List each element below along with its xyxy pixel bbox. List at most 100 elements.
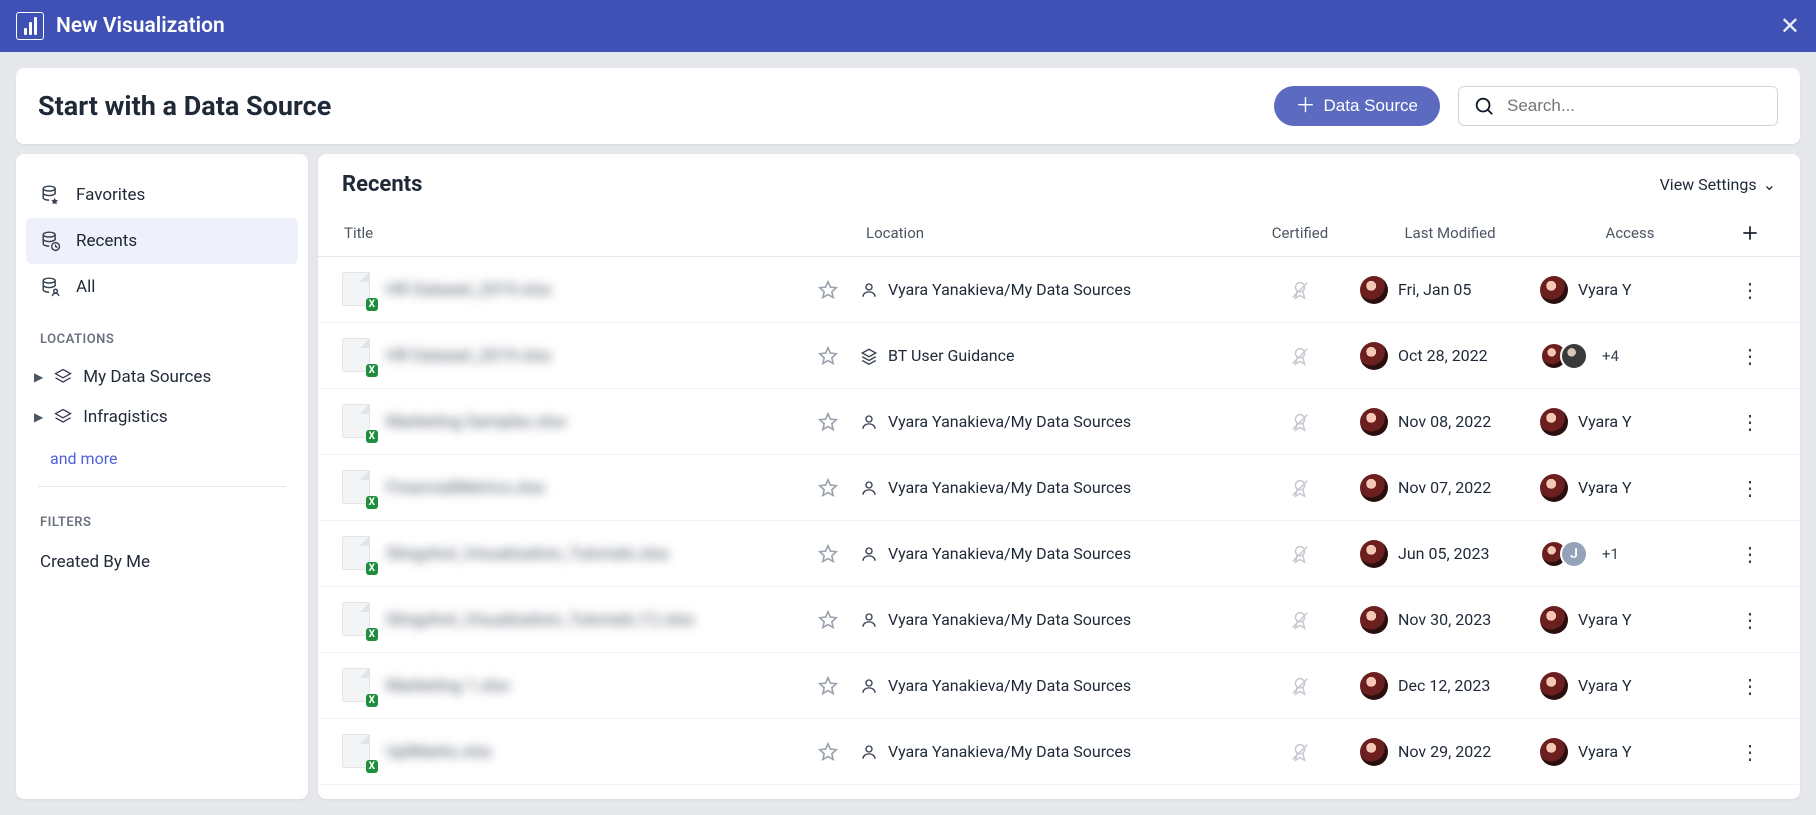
modified-text: Dec 12, 2023 [1398,676,1490,695]
sidebar-and-more-link[interactable]: and more [26,437,298,480]
star-icon[interactable] [817,477,839,499]
star-icon[interactable] [817,741,839,763]
location-text: Vyara Yanakieva/My Data Sources [888,478,1131,497]
row-menu-button[interactable]: ⋮ [1740,344,1760,368]
table-row[interactable]: X Marketing Samples.xlsx Vyara Yanakieva/M… [318,389,1800,455]
avatar [1540,606,1568,634]
sidebar: FavoritesRecentsAll LOCATIONS ▶My Data S… [16,154,308,799]
row-menu-button[interactable]: ⋮ [1740,740,1760,764]
avatar [1360,474,1388,502]
file-title: HR Dataset_2019.xlsx [386,346,552,366]
user-icon [860,281,878,299]
star-icon[interactable] [817,411,839,433]
certified-icon [1289,411,1311,433]
file-title: HR Dataset_2019.xlsx [386,280,552,300]
star-icon[interactable] [817,543,839,565]
excel-file-icon: X [342,404,372,440]
avatar [1360,540,1388,568]
location-label: My Data Sources [83,367,211,387]
chart-app-icon [16,12,44,40]
modified-text: Jun 05, 2023 [1398,544,1490,563]
file-title: FinancialMetrics.xlsx [386,478,545,498]
certified-icon [1289,543,1311,565]
modified-text: Nov 30, 2023 [1398,610,1491,629]
location-text: Vyara Yanakieva/My Data Sources [888,742,1131,761]
file-title: Marketing Samples.xlsx [386,412,566,432]
stack-icon [53,407,73,427]
row-menu-button[interactable]: ⋮ [1740,476,1760,500]
table-row[interactable]: XHR Dataset_2019.xlsxVyara Yanakieva/My … [318,257,1800,323]
col-access: Access [1540,224,1720,242]
access-name: Vyara Y [1578,280,1632,299]
access-name: Vyara Y [1578,676,1632,695]
sidebar-item-label: All [76,277,95,297]
row-menu-button[interactable]: ⋮ [1740,674,1760,698]
sidebar-location-infragistics[interactable]: ▶Infragistics [26,397,298,437]
table-row[interactable]: XSlingshot_Visualization_Tutorials.xlsxV… [318,521,1800,587]
sidebar-item-label: Recents [76,231,137,251]
stack-icon [860,347,878,365]
access-plus: +4 [1602,347,1619,365]
sidebar-item-recents[interactable]: Recents [26,218,298,264]
table-row[interactable]: XSlingshot_Visualization_Tutorials (1).x… [318,587,1800,653]
table-row[interactable]: X FinancialMetrics.xlsx Vyara Yanakieva/My… [318,455,1800,521]
add-data-source-button[interactable]: ＋ Data Source [1274,86,1441,126]
avatar [1360,408,1388,436]
sidebar-item-label: Favorites [76,185,145,205]
col-certified: Certified [1240,224,1360,242]
avatar-stack: J [1540,540,1580,568]
avatar [1360,342,1388,370]
modified-text: Nov 29, 2022 [1398,742,1491,761]
access-name: Vyara Y [1578,478,1632,497]
excel-file-icon: X [342,470,372,506]
main-title: Recents [342,172,422,197]
location-text: Vyara Yanakieva/My Data Sources [888,544,1131,563]
db-user-icon [40,276,62,298]
window-title: New Visualization [56,14,225,38]
row-menu-button[interactable]: ⋮ [1740,278,1760,302]
plus-icon [1740,223,1760,243]
table-row[interactable]: XHR Dataset_2019.xlsxBT User GuidanceOct… [318,323,1800,389]
user-icon [860,545,878,563]
plus-icon: ＋ [1296,96,1316,116]
row-menu-button[interactable]: ⋮ [1740,542,1760,566]
add-column-button[interactable] [1720,223,1780,243]
user-icon [860,479,878,497]
excel-file-icon: X [342,602,372,638]
modified-text: Nov 07, 2022 [1398,478,1491,497]
sidebar-filter-created-by-me[interactable]: Created By Me [26,540,298,584]
sidebar-item-favorites[interactable]: Favorites [26,172,298,218]
caret-right-icon: ▶ [34,370,43,384]
location-text: Vyara Yanakieva/My Data Sources [888,412,1131,431]
view-settings-label: View Settings [1660,175,1757,194]
sidebar-filters-label: FILTERS [26,493,298,540]
modified-text: Nov 08, 2022 [1398,412,1491,431]
star-icon[interactable] [817,345,839,367]
certified-icon [1289,345,1311,367]
access-name: Vyara Y [1578,742,1632,761]
access-name: Vyara Y [1578,610,1632,629]
search-input-wrap[interactable] [1458,86,1778,126]
excel-file-icon: X [342,668,372,704]
certified-icon [1289,741,1311,763]
location-text: Vyara Yanakieva/My Data Sources [888,280,1131,299]
file-title: Marketing 1.xlsx [386,676,510,696]
search-input[interactable] [1507,96,1763,116]
avatar [1360,606,1388,634]
table-row[interactable]: XUplMarks.xlsxVyara Yanakieva/My Data So… [318,719,1800,785]
user-icon [860,743,878,761]
search-icon [1473,95,1495,117]
avatar [1540,276,1568,304]
view-settings-button[interactable]: View Settings ⌄ [1660,175,1776,194]
table-row[interactable]: XMarketing 1.xlsxVyara Yanakieva/My Data… [318,653,1800,719]
star-icon[interactable] [817,609,839,631]
row-menu-button[interactable]: ⋮ [1740,410,1760,434]
avatar [1540,738,1568,766]
sidebar-location-my-data-sources[interactable]: ▶ My Data Sources [26,357,298,397]
table-header: Title Location Certified Last Modified A… [318,209,1800,257]
star-icon[interactable] [817,675,839,697]
star-icon[interactable] [817,279,839,301]
close-icon[interactable]: ✕ [1780,12,1800,40]
row-menu-button[interactable]: ⋮ [1740,608,1760,632]
sidebar-item-all[interactable]: All [26,264,298,310]
